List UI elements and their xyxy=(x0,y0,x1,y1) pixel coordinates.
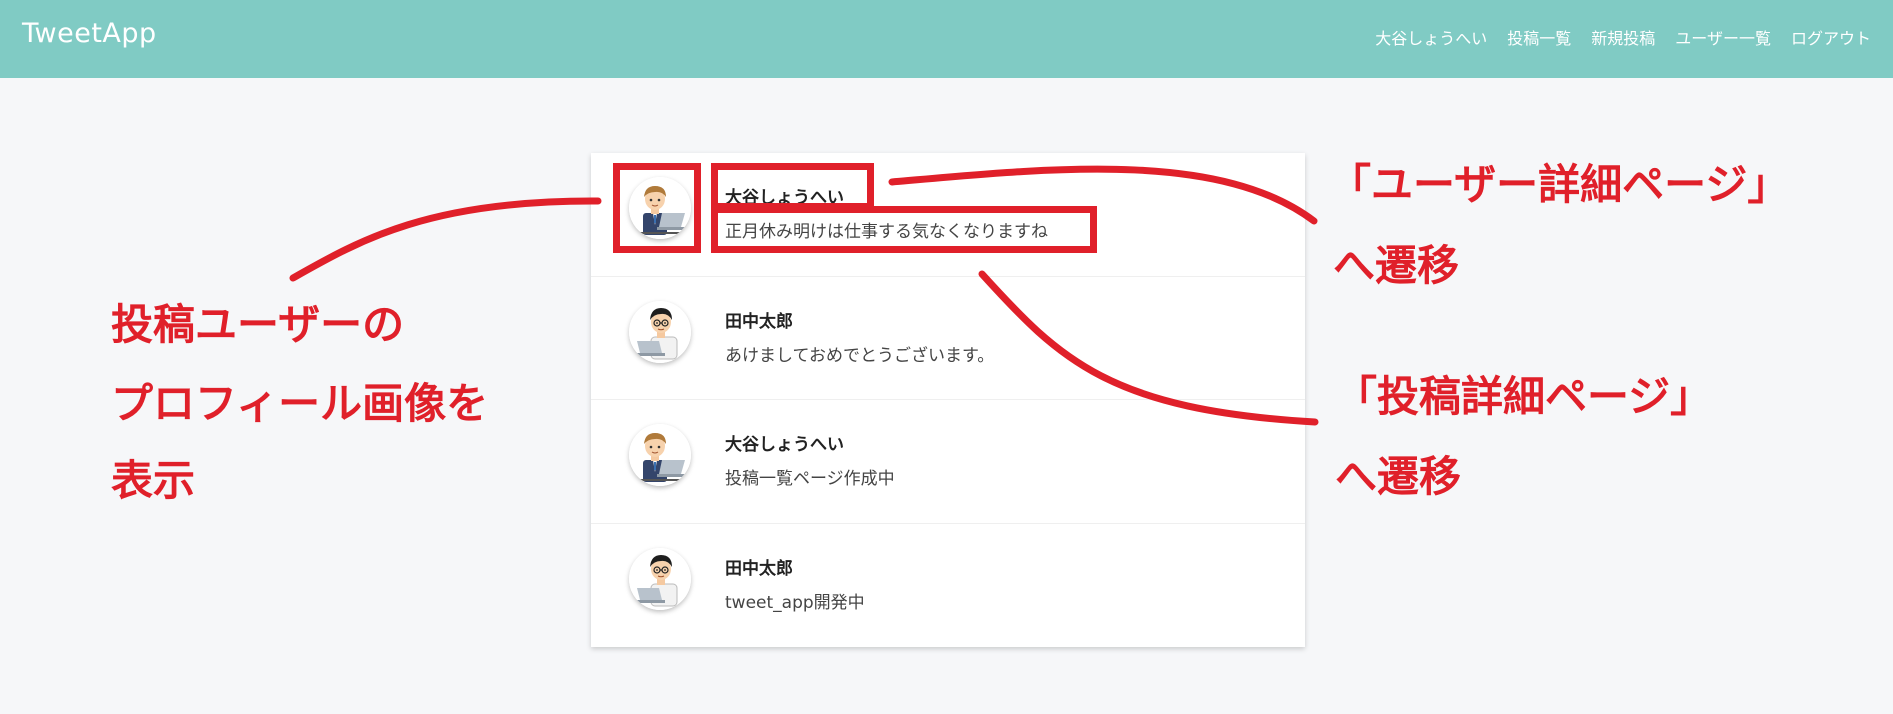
post-list: 大谷しょうへい 正月休み明けは仕事する気なくなりますね 田中太郎 あけましておめ… xyxy=(591,153,1305,647)
post-content[interactable]: あけましておめでとうございます。 xyxy=(725,341,994,366)
post-user-name[interactable]: 田中太郎 xyxy=(725,554,793,579)
annotation-post-detail-line2: へ遷移 xyxy=(1335,452,1462,501)
businessman-laptop-avatar-icon xyxy=(629,424,691,486)
annotation-user-detail-line2: へ遷移 xyxy=(1333,241,1460,290)
app-logo[interactable]: TweetApp xyxy=(22,18,157,49)
post-content[interactable]: 投稿一覧ページ作成中 xyxy=(725,464,895,489)
user-avatar[interactable] xyxy=(629,177,691,239)
app-header: TweetApp 大谷しょうへい 投稿一覧 新規投稿 ユーザー一覧 ログアウト xyxy=(0,0,1893,78)
post-user-name[interactable]: 大谷しょうへい xyxy=(725,430,844,455)
post-item[interactable]: 田中太郎 tweet_app開発中 xyxy=(591,524,1305,648)
user-avatar[interactable] xyxy=(629,547,691,610)
post-content[interactable]: tweet_app開発中 xyxy=(725,588,865,613)
annotation-profile-image-line3: 表示 xyxy=(111,456,196,505)
avatar-annotation-line xyxy=(289,197,602,282)
nav-item-current-user[interactable]: 大谷しょうへい xyxy=(1375,25,1487,49)
businessman-laptop-avatar-icon xyxy=(629,177,691,239)
user-avatar[interactable] xyxy=(629,424,691,486)
nav-menu: 大谷しょうへい 投稿一覧 新規投稿 ユーザー一覧 ログアウト xyxy=(1375,25,1871,49)
nav-item-logout[interactable]: ログアウト xyxy=(1791,25,1871,49)
glasses-man-laptop-avatar-icon xyxy=(629,301,691,363)
annotation-user-detail-line1: 「ユーザー詳細ページ」 xyxy=(1329,160,1790,209)
post-content[interactable]: 正月休み明けは仕事する気なくなりますね xyxy=(725,217,1048,242)
annotation-post-detail-line1: 「投稿詳細ページ」 xyxy=(1335,372,1713,421)
post-item[interactable]: 田中太郎 あけましておめでとうございます。 xyxy=(591,277,1305,400)
post-user-name[interactable]: 大谷しょうへい xyxy=(725,183,844,208)
post-item[interactable]: 大谷しょうへい 投稿一覧ページ作成中 xyxy=(591,400,1305,524)
nav-item-posts[interactable]: 投稿一覧 xyxy=(1507,25,1571,49)
annotation-profile-image-line2: プロフィール画像を xyxy=(111,379,489,428)
nav-item-users[interactable]: ユーザー一覧 xyxy=(1675,25,1771,49)
post-user-name[interactable]: 田中太郎 xyxy=(725,307,793,332)
nav-item-new-post[interactable]: 新規投稿 xyxy=(1591,25,1655,49)
post-item[interactable]: 大谷しょうへい 正月休み明けは仕事する気なくなりますね xyxy=(591,153,1305,277)
glasses-man-laptop-avatar-icon xyxy=(629,548,691,610)
user-avatar[interactable] xyxy=(629,300,691,363)
annotation-profile-image-line1: 投稿ユーザーの xyxy=(111,300,405,349)
